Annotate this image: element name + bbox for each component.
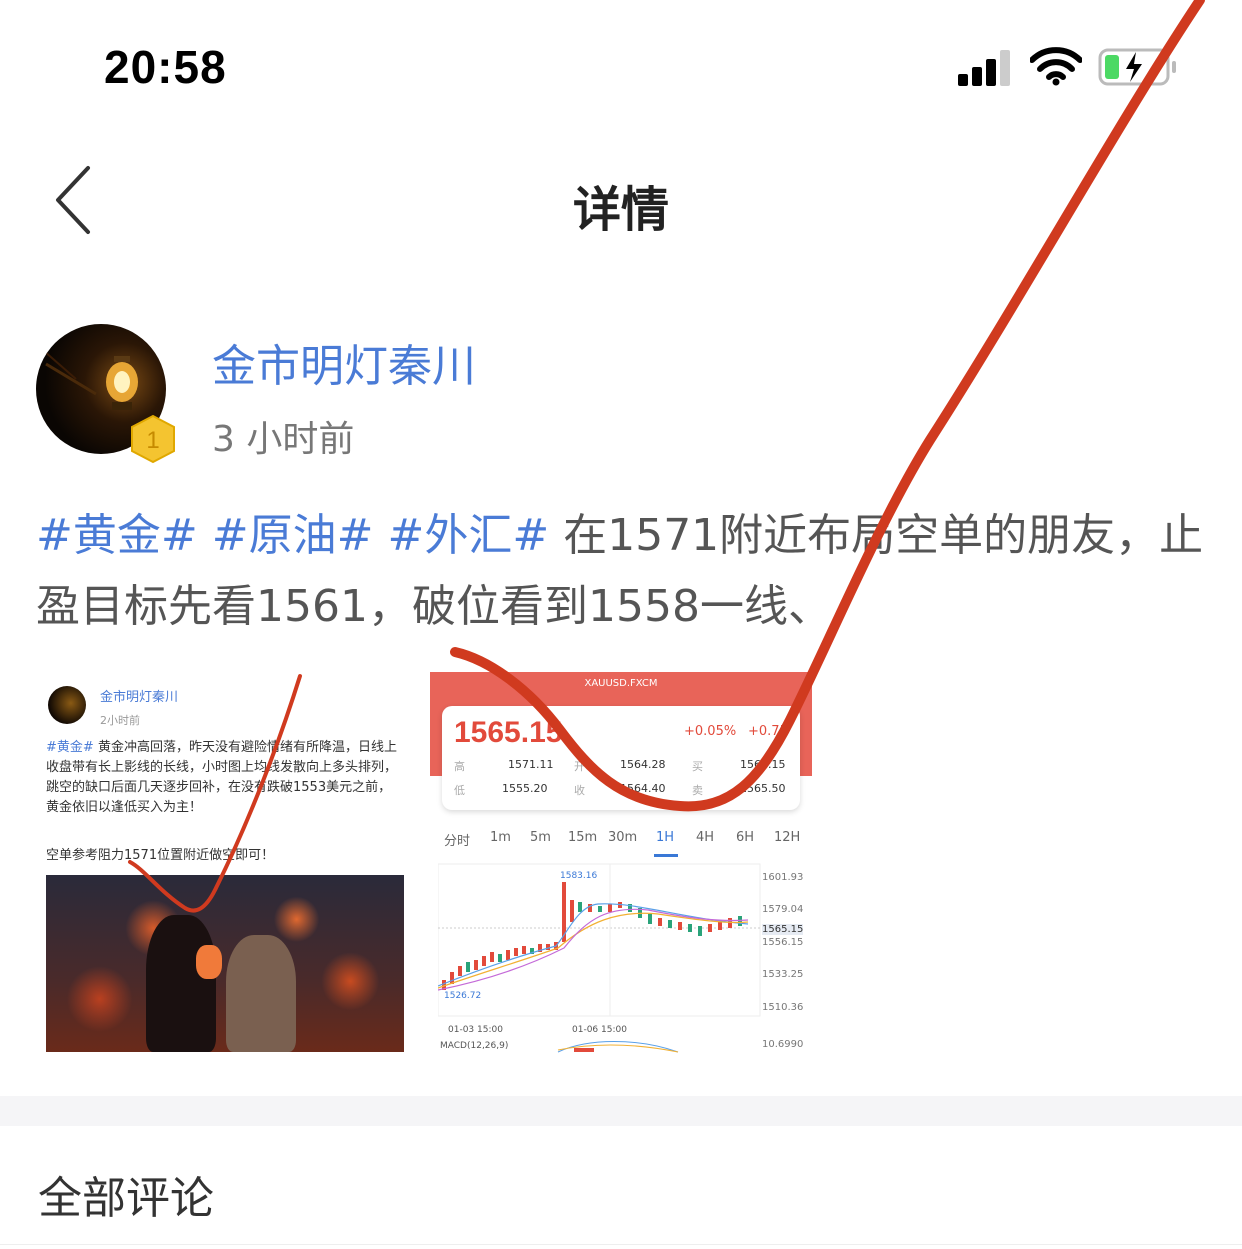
min-label: 1526.72	[444, 991, 481, 1001]
post-extra-text: 空单参考阻力1571位置附近做空即可！	[46, 848, 275, 863]
x-axis-label: 01-03 15:00	[448, 1025, 503, 1035]
tab-timeframe[interactable]: 15m	[568, 830, 597, 845]
y-axis-label: 1601.93	[762, 872, 804, 883]
tab-timeframe[interactable]: 4H	[696, 830, 714, 845]
quote-open: 1564.28	[620, 758, 666, 771]
quote-low: 1555.20	[502, 782, 548, 795]
label-low: 低	[454, 784, 465, 797]
quote-change-pct: +0.05%	[684, 724, 737, 739]
tab-timeframe-active[interactable]: 1H	[656, 830, 674, 845]
label-buy: 买	[692, 760, 703, 773]
quote-price: 1565.15	[454, 716, 563, 749]
post-body-content: 黄金冲高回落，昨天没有避险情绪有所降温，日线上收盘带有长上影线的长线，小时图上均…	[46, 740, 398, 815]
lantern-glow	[196, 945, 222, 979]
tab-timeframe[interactable]: 5m	[530, 830, 551, 845]
post-time: 3 小时前	[212, 419, 355, 460]
quote-symbol: XAUUSD.FXCM	[584, 678, 658, 689]
y-axis-label: 10.6990	[762, 1039, 804, 1050]
tab-timeframe[interactable]: 1m	[490, 830, 511, 845]
hashtag-link[interactable]: #原油#	[212, 510, 374, 561]
section-divider	[0, 1096, 1242, 1126]
tab-timeframe[interactable]: 12H	[774, 830, 800, 845]
ma-line	[438, 912, 749, 989]
quote-sell: 1565.50	[740, 782, 786, 795]
attachment-image-quote[interactable]: XAUUSD.FXCM 1565.15 +0.05% +0.75 高 1571.…	[430, 672, 812, 1056]
author-name[interactable]: 金市明灯秦川	[212, 330, 476, 394]
status-time: 20:58	[104, 41, 227, 93]
quote-high: 1571.11	[508, 758, 554, 771]
tab-timeframe[interactable]: 分时	[444, 830, 470, 849]
label-high: 高	[454, 760, 465, 773]
divider-line	[0, 1244, 1242, 1245]
y-axis-label: 1533.25	[762, 969, 804, 980]
quote-card: 1565.15 +0.05% +0.75 高 1571.11 开 1564.28…	[442, 706, 800, 810]
x-axis-label: 01-06 15:00	[572, 1025, 627, 1035]
post-content: #黄金# #原油# #外汇# 在1571附近布局空单的朋友，止盈目标先看1561…	[36, 500, 1206, 642]
level-badge: 1	[131, 414, 175, 464]
candlestick-chart: 1583.16 1526.72 01-03 15:00 01-06 15:00 …	[438, 863, 761, 1053]
level-number: 1	[146, 427, 159, 454]
attachment-image-post[interactable]: 金市明灯秦川 2小时前 #黄金# 黄金冲高回落，昨天没有避险情绪有所降温，日线上…	[40, 676, 410, 1056]
comments-title: 全部评论	[38, 1173, 214, 1224]
y-axis-label: 1510.36	[762, 1002, 804, 1013]
battery-charging-icon	[1098, 48, 1176, 86]
post-body-text: #黄金# 黄金冲高回落，昨天没有避险情绪有所降温，日线上收盘带有长上影线的长线，…	[46, 738, 402, 818]
hashtag-link[interactable]: #外汇#	[387, 510, 549, 561]
y-axis-label: 1556.15	[762, 937, 804, 948]
y-axis-current: 1565.15	[762, 924, 804, 935]
figure-silhouette	[146, 915, 216, 1052]
tab-timeframe[interactable]: 6H	[736, 830, 754, 845]
avatar	[48, 686, 86, 724]
quote-change-abs: +0.75	[748, 724, 788, 739]
tab-timeframe[interactable]: 30m	[608, 830, 637, 845]
ma-line	[438, 903, 749, 987]
page-title: 详情	[572, 182, 669, 238]
figure-silhouette	[226, 935, 296, 1052]
wifi-icon	[1030, 47, 1082, 86]
label-sell: 卖	[692, 784, 703, 797]
candles	[442, 882, 742, 990]
post-time: 2小时前	[100, 714, 140, 727]
active-tab-indicator	[654, 854, 678, 857]
max-label: 1583.16	[560, 871, 597, 881]
ma-line	[438, 908, 749, 991]
quote-close: 1564.40	[620, 782, 666, 795]
hashtag-link: #黄金#	[46, 740, 94, 755]
quote-buy: 1565.15	[740, 758, 786, 771]
y-axis-label: 1579.04	[762, 904, 804, 915]
label-close: 收	[574, 784, 585, 797]
label-open: 开	[574, 760, 585, 773]
macd-label: MACD(12,26,9)	[440, 1041, 508, 1051]
illustration-photo	[46, 875, 404, 1052]
hashtag-link[interactable]: #黄金#	[36, 510, 198, 561]
author-name: 金市明灯秦川	[100, 690, 179, 705]
signal-icon	[958, 50, 1010, 86]
